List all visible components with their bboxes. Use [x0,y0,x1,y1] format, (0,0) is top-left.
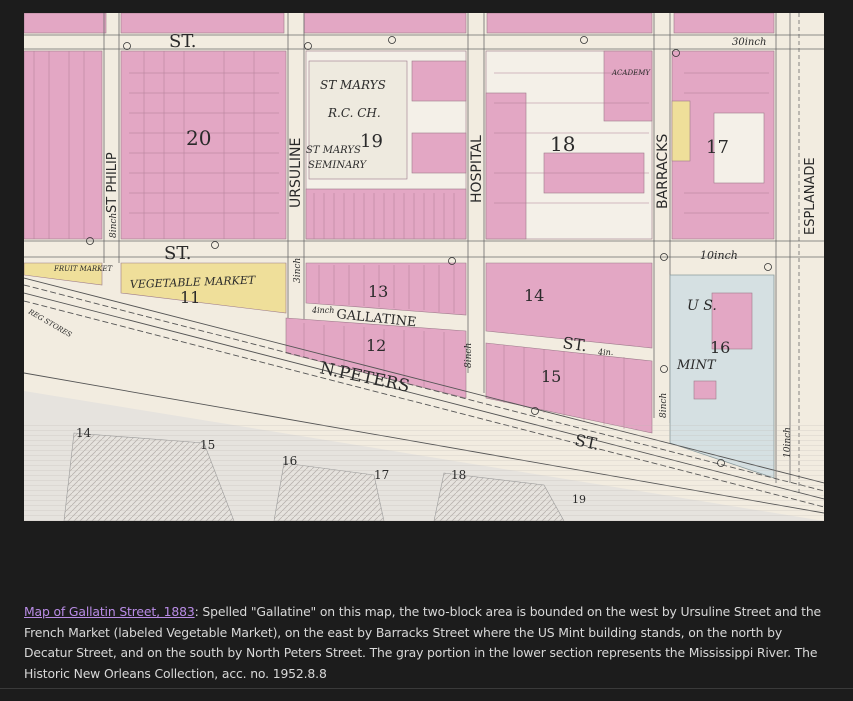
street-label-esplanade: ESPLANADE [803,157,818,235]
historic-map-image[interactable]: ST. ST. ST. ST. ST PHILIP URSULINE HOSPI… [24,13,824,521]
place-label-seminary-2: SEMINARY [308,160,368,171]
wharf-number-15: 15 [200,438,215,452]
block-number-16: 16 [710,338,730,357]
place-label-academy: ACADEMY [611,69,651,77]
block-number-14: 14 [524,286,544,305]
block-number-20: 20 [186,126,211,150]
place-label-us: U S. [687,298,717,314]
street-label-barracks: BARRACKS [655,134,671,209]
bottom-divider [0,688,853,689]
inch-label-barracks-vertical: 8inch [659,393,669,418]
street-label-st-philip: ST PHILIP [105,152,120,213]
map-drawing: ST. ST. ST. ST. ST PHILIP URSULINE HOSPI… [24,13,824,521]
block-number-15: 15 [541,367,561,386]
caption-map-link[interactable]: Map of Gallatin Street, 1883 [24,604,195,619]
place-label-mint: MINT [676,358,717,373]
page: ST. ST. ST. ST. ST PHILIP URSULINE HOSPI… [0,0,853,701]
place-label-rc-ch: R.C. CH. [327,106,381,120]
inch-label-gallatine: 4inch [311,306,334,315]
street-label-st-mid: ST. [164,243,191,264]
map-caption: Map of Gallatin Street, 1883: Spelled "G… [24,602,824,684]
inch-label-hospital-vertical: 8inch [464,343,474,368]
block-number-17: 17 [706,137,729,158]
inch-label-left-vertical: 8inch [109,213,119,238]
street-label-ursuline: URSULINE [288,138,304,208]
block-number-18: 18 [550,132,575,156]
place-label-seminary-1: ST MARYS [306,145,361,156]
street-label-st-lower: ST. [561,333,588,355]
street-label-st-top: ST. [169,31,196,52]
wharf-number-18: 18 [451,468,466,482]
wharf-number-17: 17 [374,468,389,482]
inch-label-ursuline-vertical: 3inch [293,258,303,283]
block-number-12: 12 [366,336,386,355]
inch-label-top-right: 30inch [732,37,766,48]
inch-label-st: 4in. [597,348,613,357]
block-number-19: 19 [360,131,383,152]
place-label-st-marys: ST MARYS [320,78,386,92]
wharf-number-19: 19 [572,493,586,506]
street-label-hospital: HOSPITAL [469,135,485,203]
block-number-11: 11 [180,288,200,307]
inch-label-mid-right: 10inch [700,249,738,262]
block-number-13: 13 [368,282,388,301]
place-label-fruit-market: FRUIT MARKET [53,265,114,273]
wharf-number-14: 14 [76,426,92,440]
inch-label-esplanade-vertical: 10inch [783,427,793,458]
wharf-number-16: 16 [282,454,297,468]
